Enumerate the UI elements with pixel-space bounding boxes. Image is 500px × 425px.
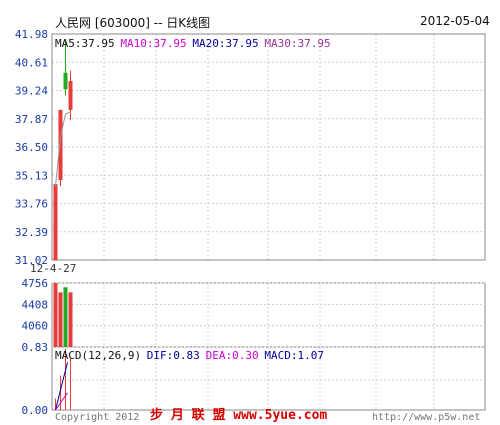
- price-tick-label: 39.24: [15, 85, 48, 98]
- volume-tick-label: 4756: [22, 277, 49, 290]
- candle-body: [53, 184, 58, 261]
- macd-legend-label: DIF:0.83: [147, 349, 200, 362]
- x-tick-label: 12-4-27: [30, 262, 76, 275]
- volume-tick-label: 4408: [22, 298, 49, 311]
- candle-body: [58, 109, 63, 180]
- ma-legend-label: MA30:37.95: [264, 37, 330, 50]
- ma-legend-label: MA20:37.95: [192, 37, 258, 50]
- footer: Copyright 2012 步 月 联 盟 www.5yue.com http…: [55, 407, 480, 423]
- price-tick-label: 40.61: [15, 56, 48, 69]
- price-tick-label: 32.39: [15, 226, 48, 239]
- price-tick-label: 33.76: [15, 198, 48, 211]
- volume-tick-label: 4060: [22, 320, 49, 333]
- ma-legend-label: MA5:37.95: [55, 37, 115, 50]
- footer-url: http://www.p5w.net: [372, 412, 480, 423]
- price-tick-label: 36.50: [15, 141, 48, 154]
- volume-bar: [63, 287, 68, 347]
- macd-legend-label: DEA:0.30: [206, 349, 259, 362]
- ma-legend-label: MA10:37.95: [120, 37, 186, 50]
- volume-bar: [68, 292, 73, 347]
- footer-copyright: Copyright 2012: [55, 412, 139, 423]
- volume-panel: [53, 283, 73, 347]
- volume-tick-label: 0.83: [22, 341, 49, 354]
- candle-body: [63, 72, 68, 90]
- price-tick-label: 41.98: [15, 28, 48, 41]
- footer-watermark: 步 月 联 盟 www.5yue.com: [150, 407, 327, 423]
- volume-bar: [53, 283, 58, 347]
- macd-legend-label: MACD(12,26,9): [55, 349, 141, 362]
- candle-body: [68, 81, 73, 110]
- price-tick-label: 37.87: [15, 113, 48, 126]
- stock-chart: MA5:37.95 MA10:37.95 MA20:37.95 MA30:37.95 …: [15, 28, 486, 423]
- price-panel: MA5:37.95 MA10:37.95 MA20:37.95 MA30:37.95: [53, 37, 331, 261]
- macd-legend-label: MACD:1.07: [264, 349, 324, 362]
- price-tick-label: 35.13: [15, 169, 48, 182]
- macd-tick-label: 0.00: [22, 404, 49, 417]
- volume-bar: [58, 292, 63, 347]
- macd-panel: MACD(12,26,9) DIF:0.83 DEA:0.30 MACD:1.07: [55, 348, 324, 411]
